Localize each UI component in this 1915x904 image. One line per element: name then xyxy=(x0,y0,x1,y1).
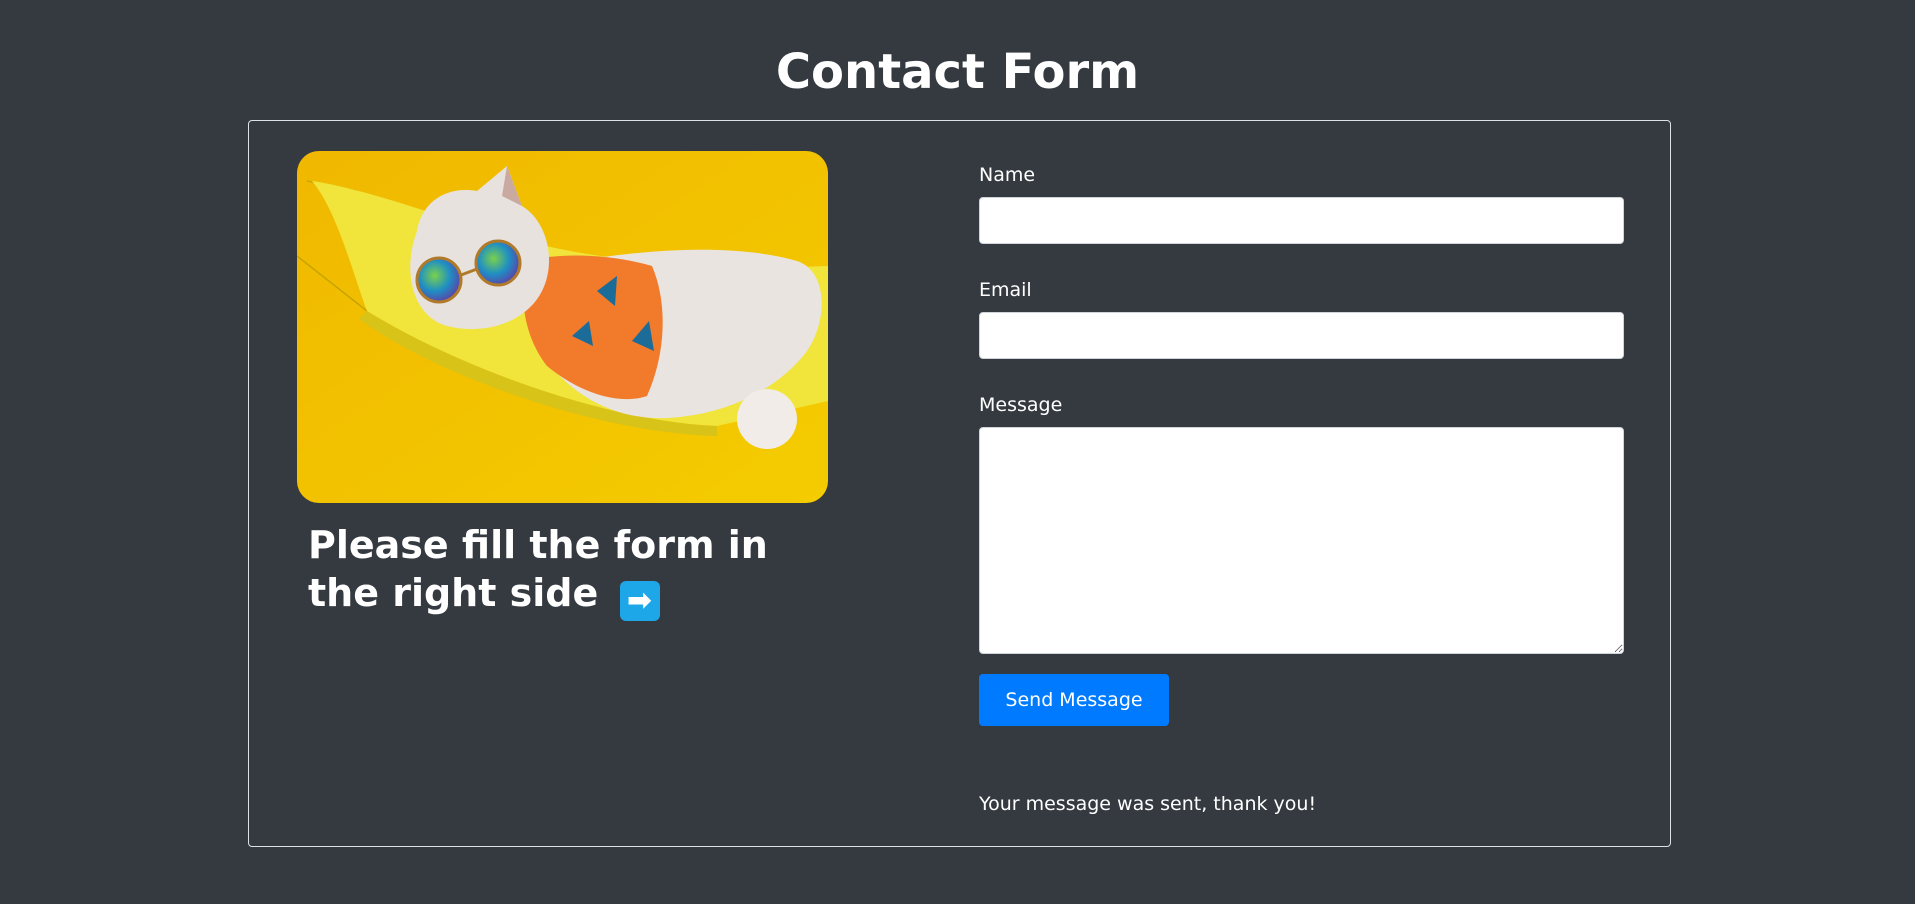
message-textarea[interactable] xyxy=(979,427,1624,654)
page-title: Contact Form xyxy=(775,44,1140,100)
cat-hammock-image xyxy=(297,151,828,503)
contact-form: Name Email Message Send Message Your mes… xyxy=(979,163,1624,816)
send-message-button[interactable]: Send Message xyxy=(979,674,1169,726)
message-label: Message xyxy=(979,394,1063,416)
right-arrow-icon: ➡ xyxy=(619,581,660,621)
caption-text: Please fill the form in the right side xyxy=(308,523,768,615)
left-panel: Please fill the form in the right side ➡ xyxy=(297,151,829,621)
contact-card: Please fill the form in the right side ➡… xyxy=(248,120,1671,847)
name-input[interactable] xyxy=(979,197,1624,244)
contact-page: Contact Form Please fill the form in the… xyxy=(0,0,1915,904)
instruction-caption: Please fill the form in the right side ➡ xyxy=(308,521,808,621)
status-message: Your message was sent, thank you! xyxy=(979,793,1317,815)
name-label: Name xyxy=(979,164,1036,186)
email-label: Email xyxy=(979,279,1032,301)
email-input[interactable] xyxy=(979,312,1624,359)
